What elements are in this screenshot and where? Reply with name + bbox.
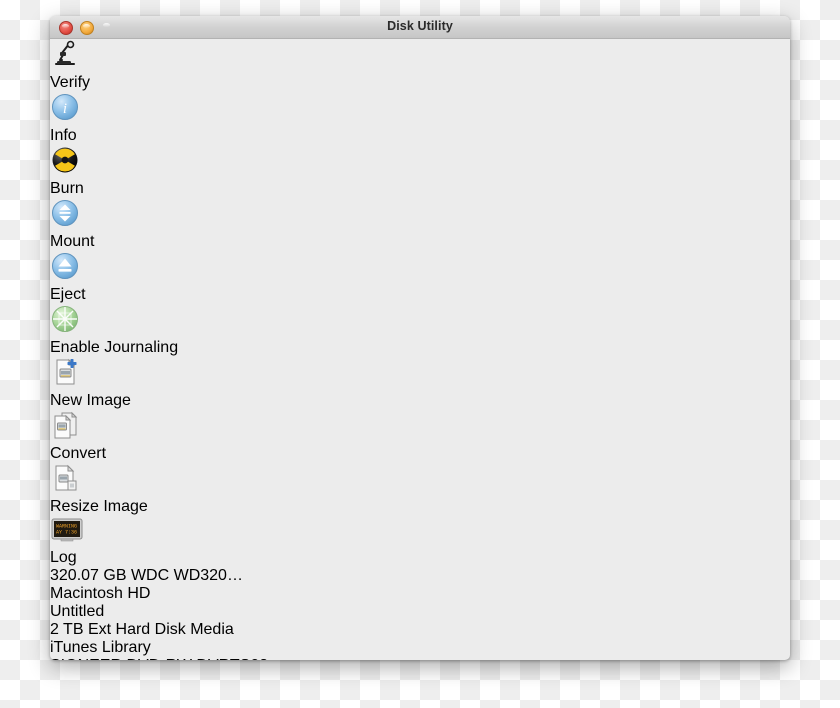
convert-documents-icon xyxy=(50,410,790,445)
toolbar-label: Mount xyxy=(50,233,95,250)
log-console-icon: WARNING AY 7:36 xyxy=(50,516,790,549)
list-item[interactable]: Untitled xyxy=(50,603,790,621)
toolbar-button-resize-image[interactable]: Resize Image xyxy=(50,463,790,516)
list-item[interactable]: 320.07 GB WDC WD320… xyxy=(50,567,790,585)
list-item[interactable]: iTunes Library xyxy=(50,639,790,657)
title-bar: Disk Utility xyxy=(50,16,790,39)
disk-label: 320.07 GB WDC WD320… xyxy=(50,567,243,584)
new-image-document-icon xyxy=(50,357,790,392)
toolbar: Verify i Info Burn Mount Eject Enable Jo… xyxy=(50,39,790,567)
disk-label: iTunes Library xyxy=(50,639,151,656)
toolbar-button-burn[interactable]: Burn xyxy=(50,145,790,198)
disk-label: Untitled xyxy=(50,603,105,620)
info-icon: i xyxy=(50,92,790,127)
toolbar-label: Info xyxy=(50,127,77,144)
toolbar-label: New Image xyxy=(50,392,131,409)
journaling-globe-icon xyxy=(50,304,790,339)
disk-label: Macintosh HD xyxy=(50,585,151,602)
toolbar-label: Burn xyxy=(50,180,84,197)
toolbar-label: Verify xyxy=(50,74,91,91)
list-item[interactable]: PIONEER DVD-RW DVRTS08 xyxy=(50,657,790,660)
toolbar-label: Log xyxy=(50,549,77,566)
disk-utility-window: Disk Utility Verify i Info Burn Mount Ej… xyxy=(50,16,790,660)
disk-label: PIONEER DVD-RW DVRTS08 xyxy=(50,657,268,660)
toolbar-label: Enable Journaling xyxy=(50,339,179,356)
toolbar-button-info[interactable]: i Info xyxy=(50,92,790,145)
content-area: 320.07 GB WDC WD320… Macintosh HD Untitl… xyxy=(50,567,790,660)
toolbar-button-enable-journaling[interactable]: Enable Journaling xyxy=(50,304,790,357)
toolbar-label: Eject xyxy=(50,286,86,303)
svg-text:AY 7:36: AY 7:36 xyxy=(56,530,77,536)
disk-label: 2 TB Ext Hard Disk Media xyxy=(50,621,234,638)
svg-text:i: i xyxy=(63,101,67,117)
toolbar-label: Resize Image xyxy=(50,498,148,515)
disk-list-sidebar[interactable]: 320.07 GB WDC WD320… Macintosh HD Untitl… xyxy=(50,567,790,660)
toolbar-button-mount[interactable]: Mount xyxy=(50,198,790,251)
toolbar-button-verify[interactable]: Verify xyxy=(50,39,790,92)
microscope-icon xyxy=(50,39,790,74)
list-item[interactable]: Macintosh HD xyxy=(50,585,790,603)
resize-image-document-icon xyxy=(50,463,790,498)
window-title: Disk Utility xyxy=(387,19,453,33)
burn-radiation-icon xyxy=(50,145,790,180)
list-item[interactable]: 2 TB Ext Hard Disk Media xyxy=(50,621,790,639)
toolbar-button-convert[interactable]: Convert xyxy=(50,410,790,463)
toolbar-label: Convert xyxy=(50,445,107,462)
mount-icon xyxy=(50,198,790,233)
toolbar-button-log[interactable]: WARNING AY 7:36 Log xyxy=(50,516,790,567)
toolbar-button-new-image[interactable]: New Image xyxy=(50,357,790,410)
eject-icon xyxy=(50,251,790,286)
toolbar-button-eject[interactable]: Eject xyxy=(50,251,790,304)
